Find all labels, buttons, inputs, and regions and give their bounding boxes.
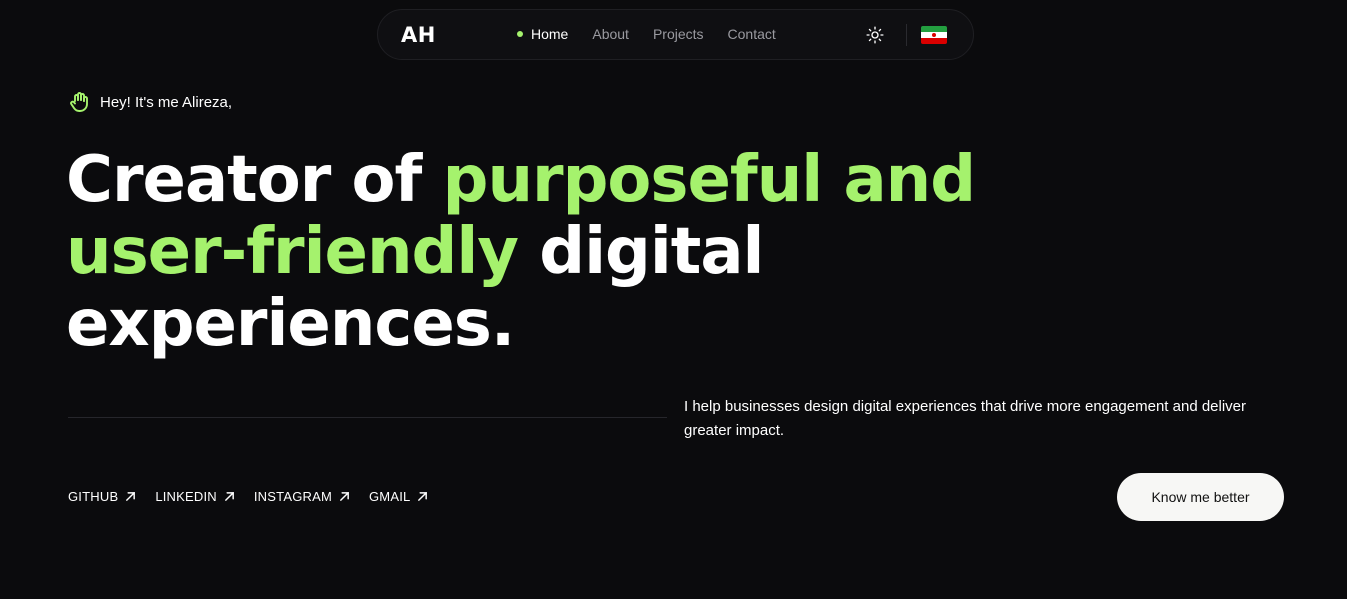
iran-flag-icon[interactable] xyxy=(921,26,947,44)
divider-line xyxy=(68,417,667,418)
greeting: Hey! It's me Alireza, xyxy=(68,90,232,114)
nav-link-home[interactable]: Home xyxy=(517,26,568,42)
hero-tagline: I help businesses design digital experie… xyxy=(684,398,1247,439)
arrow-up-right-icon xyxy=(340,492,349,501)
active-indicator-dot xyxy=(517,31,523,37)
social-links: GITHUB LINKEDIN INSTAGRAM GMAIL xyxy=(68,489,428,504)
nav-link-contact[interactable]: Contact xyxy=(728,26,776,42)
social-link-label: INSTAGRAM xyxy=(253,489,332,504)
logo[interactable]: AH xyxy=(401,23,436,47)
social-link-instagram[interactable]: INSTAGRAM xyxy=(254,489,350,504)
nav-link-about[interactable]: About xyxy=(592,26,629,42)
top-navbar: AH Home About Projects Contact xyxy=(377,9,974,60)
page: AH Home About Projects Contact Hey! It's… xyxy=(0,0,1347,599)
nav-link-projects[interactable]: Projects xyxy=(653,26,704,42)
headline-text: digital xyxy=(517,215,764,289)
headline-accent: purposeful and xyxy=(442,143,976,217)
hero-headline: Creator of purposeful and user-friendly … xyxy=(66,144,1026,360)
headline-text: Creator of xyxy=(66,143,443,217)
waving-hand-icon xyxy=(70,92,88,112)
sun-icon[interactable] xyxy=(866,26,884,44)
greeting-text: Hey! It's me Alireza, xyxy=(100,93,233,111)
headline-text: experiences. xyxy=(66,287,515,361)
social-link-gmail[interactable]: GMAIL xyxy=(369,489,428,504)
know-me-better-button[interactable]: Know me better xyxy=(1117,473,1284,521)
social-link-github[interactable]: GITHUB xyxy=(68,489,136,504)
headline-accent: user-friendly xyxy=(66,215,519,289)
arrow-up-right-icon xyxy=(126,492,136,501)
nav-link-label: Home xyxy=(531,26,569,42)
nav-link-label: Contact xyxy=(727,26,776,42)
nav-links: Home About Projects Contact xyxy=(517,26,776,42)
nav-link-label: Projects xyxy=(652,26,704,42)
arrow-up-right-icon xyxy=(224,492,234,501)
nav-divider xyxy=(906,24,907,46)
arrow-up-right-icon xyxy=(418,492,428,501)
nav-link-label: About xyxy=(592,26,629,42)
social-link-label: LINKEDIN xyxy=(155,489,217,504)
social-link-label: GITHUB xyxy=(68,489,119,504)
social-link-linkedin[interactable]: LINKEDIN xyxy=(155,489,235,504)
social-link-label: GMAIL xyxy=(369,489,411,504)
